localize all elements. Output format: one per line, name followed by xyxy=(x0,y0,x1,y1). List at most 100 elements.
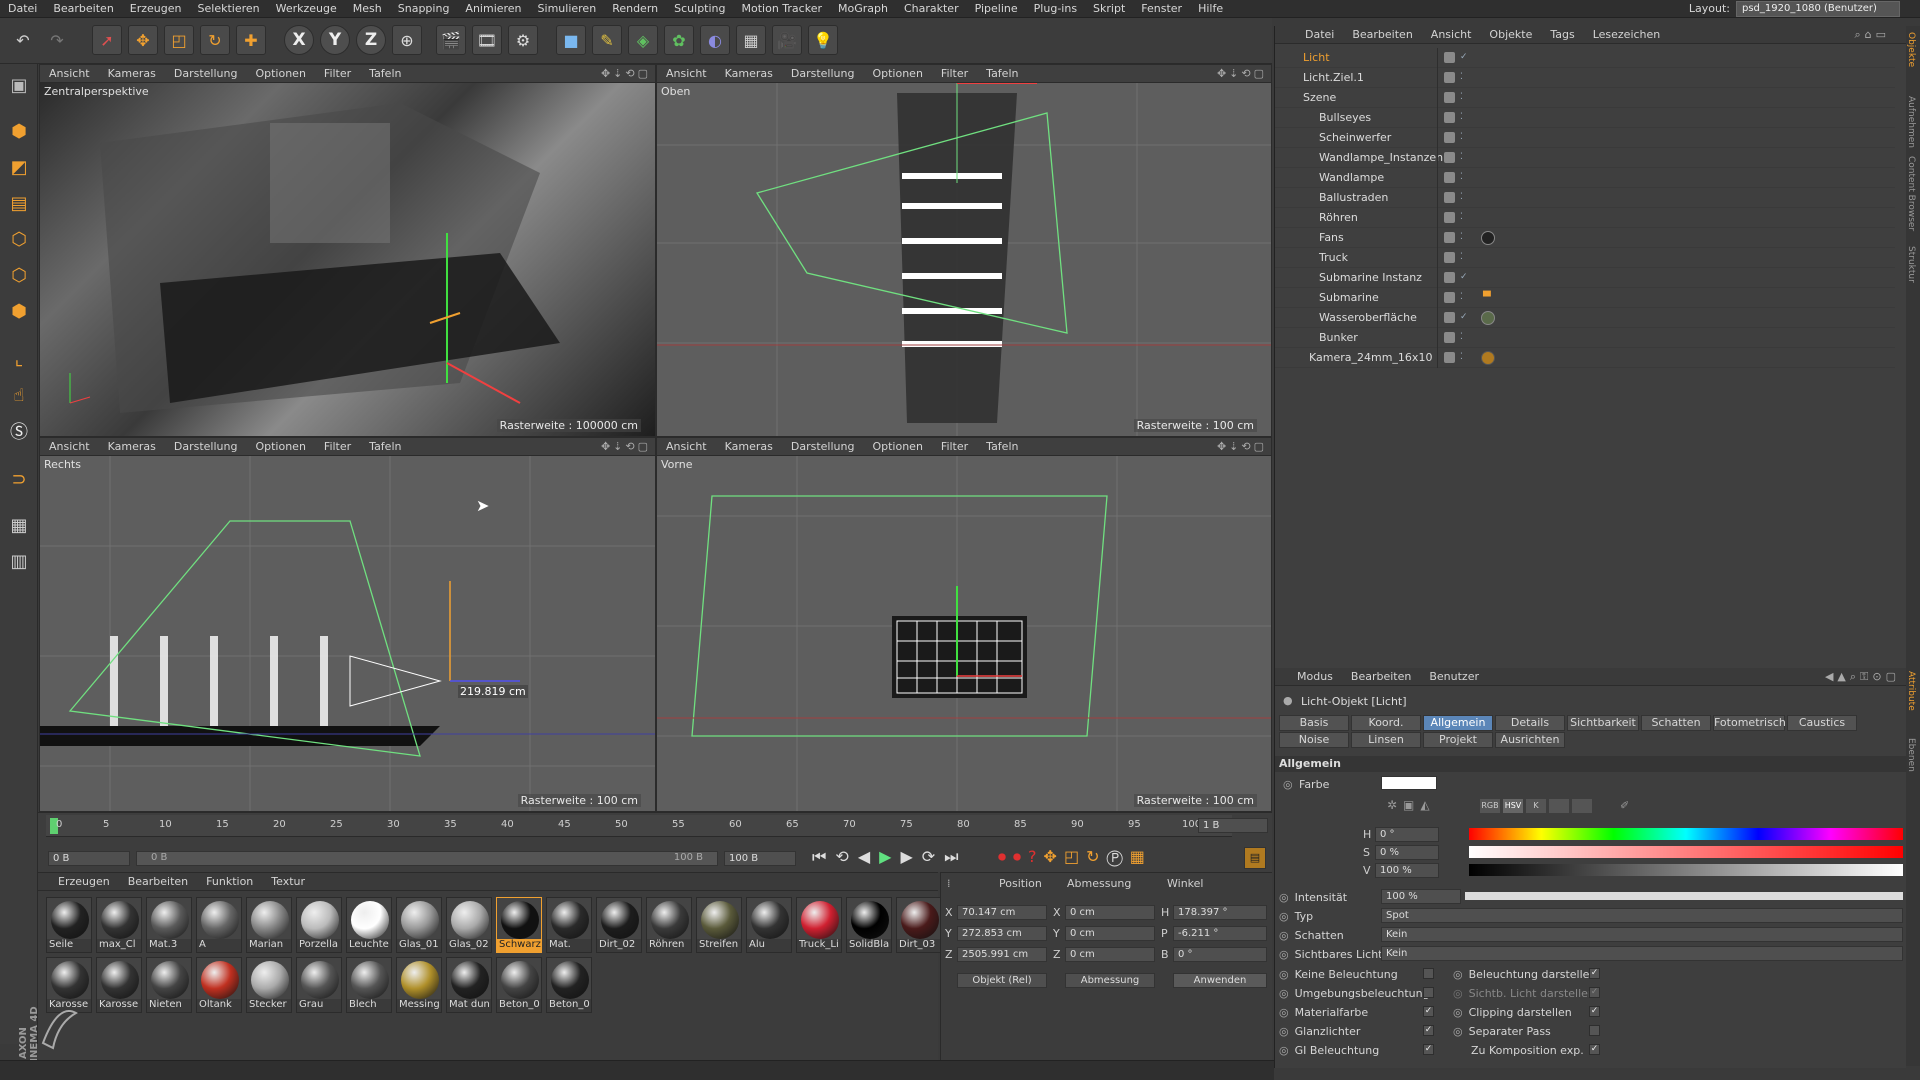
viewport-nav-icons[interactable]: ✥⇣⟲▢ xyxy=(601,440,651,453)
size-y-field[interactable]: 0 cm xyxy=(1065,926,1155,941)
layer-tag-icon[interactable] xyxy=(1444,72,1455,83)
layer-tag-icon[interactable] xyxy=(1444,352,1455,363)
mat-menu-funktion[interactable]: Funktion xyxy=(197,875,262,888)
viewport-menu-filter[interactable]: Filter xyxy=(932,67,977,80)
material-swatch[interactable]: Truck_Li xyxy=(796,897,842,953)
axis-mode-icon[interactable]: ⌞ xyxy=(4,344,34,374)
next-frame-icon[interactable]: ▶ xyxy=(900,847,921,866)
intensity-slider[interactable] xyxy=(1465,892,1903,900)
attr-nav-icons[interactable]: ◀▲⌕⚿⊙▢ xyxy=(1825,670,1900,684)
intensity-field[interactable]: 100 % xyxy=(1381,889,1461,904)
anim-dot-icon[interactable]: ◎ xyxy=(1453,1006,1463,1019)
menu-plugins[interactable]: Plug-ins xyxy=(1026,2,1085,15)
eyedropper-icon[interactable]: ✐ xyxy=(1620,799,1629,812)
material-swatch[interactable]: Messing xyxy=(396,957,442,1013)
material-swatch[interactable]: SolidBla xyxy=(846,897,892,953)
snap-icon[interactable]: Ⓢ xyxy=(4,416,34,446)
visibility-dots-icon[interactable]: ⁚ xyxy=(1460,352,1463,362)
anim-dot-icon[interactable]: ◎ xyxy=(1279,1006,1289,1019)
undo-icon[interactable]: ↶ xyxy=(8,25,38,55)
object-row-wandlampe-instanzen[interactable]: Wandlampe_Instanzen ⁚ xyxy=(1275,147,1895,168)
visibility-dots-icon[interactable]: ✓ xyxy=(1460,312,1468,322)
size-z-field[interactable]: 0 cm xyxy=(1065,947,1155,962)
angle-p-field[interactable]: -6.211 ° xyxy=(1173,926,1267,941)
angle-h-field[interactable]: 178.397 ° xyxy=(1173,905,1267,920)
material-swatch[interactable]: Karosse xyxy=(96,957,142,1013)
umgebungsbeleuchtung-checkbox[interactable] xyxy=(1423,987,1434,998)
redo-icon[interactable]: ↷ xyxy=(42,25,72,55)
viewport-menu-filter[interactable]: Filter xyxy=(315,67,360,80)
viewport-nav-icons[interactable]: ✥⇣⟲▢ xyxy=(1217,440,1267,453)
timeline-layout-icon[interactable]: ▤ xyxy=(1244,847,1266,869)
layer-tag-icon[interactable] xyxy=(1444,192,1455,203)
mat-menu-textur[interactable]: Textur xyxy=(262,875,314,888)
record-scale-icon[interactable]: ◰ xyxy=(1064,847,1086,866)
object-row-truck[interactable]: Truck ⁚ xyxy=(1275,247,1895,268)
magnet-icon[interactable]: ⊃ xyxy=(4,464,34,494)
visibility-dots-icon[interactable]: ⁚ xyxy=(1460,152,1463,162)
tab-sichtbarkeit[interactable]: Sichtbarkeit xyxy=(1567,715,1639,731)
material-swatch[interactable]: Öltank xyxy=(196,957,242,1013)
visibility-dots-icon[interactable]: ⁚ xyxy=(1460,332,1463,342)
object-row-licht-ziel[interactable]: Licht.Ziel.1 ⁚ xyxy=(1275,67,1895,88)
timeline-ruler[interactable]: 0 5 10 15 20 25 30 35 40 45 50 55 60 65 … xyxy=(46,815,1232,837)
size-x-field[interactable]: 0 cm xyxy=(1065,905,1155,920)
angle-b-field[interactable]: 0 ° xyxy=(1173,947,1267,962)
viewport-menu-tafeln[interactable]: Tafeln xyxy=(977,440,1027,453)
color-mode-rgb[interactable]: RGB xyxy=(1480,799,1500,813)
viewport-menu-darstellung[interactable]: Darstellung xyxy=(782,67,864,80)
anim-dot-icon[interactable]: ◎ xyxy=(1283,778,1293,791)
tag-icon[interactable]: ▀ xyxy=(1483,292,1491,303)
record-pla-icon[interactable]: ▦ xyxy=(1130,847,1152,866)
material-swatch[interactable]: Mat. xyxy=(546,897,592,953)
render-settings-icon[interactable]: ⚙ xyxy=(508,25,538,55)
viewport-menu-ansicht[interactable]: Ansicht xyxy=(40,440,99,453)
tab-basis[interactable]: Basis xyxy=(1279,715,1349,731)
menu-sculpting[interactable]: Sculpting xyxy=(666,2,733,15)
viewport-menu-optionen[interactable]: Optionen xyxy=(863,440,931,453)
visibility-dots-icon[interactable]: ⁚ xyxy=(1460,172,1463,182)
menu-erzeugen[interactable]: Erzeugen xyxy=(122,2,190,15)
record-rotation-icon[interactable]: ↻ xyxy=(1086,847,1106,866)
viewport-menu-kameras[interactable]: Kameras xyxy=(99,67,165,80)
viewport-menu-optionen[interactable]: Optionen xyxy=(863,67,931,80)
anim-dot-icon[interactable]: ◎ xyxy=(1279,891,1289,904)
mograph-icon[interactable]: ✿ xyxy=(664,25,694,55)
viewport-menu-ansicht[interactable]: Ansicht xyxy=(657,440,716,453)
tweak-mode-icon[interactable]: ☝ xyxy=(4,380,34,410)
next-key-icon[interactable]: ⟳ xyxy=(922,847,944,866)
go-to-start-icon[interactable]: ⏮ xyxy=(812,847,835,866)
viewport-menu-filter[interactable]: Filter xyxy=(315,440,360,453)
menu-snapping[interactable]: Snapping xyxy=(390,2,458,15)
visibility-dots-icon[interactable]: ⁚ xyxy=(1460,132,1463,142)
tab-noise[interactable]: Noise xyxy=(1279,732,1349,748)
model-mode-icon[interactable]: ⬢ xyxy=(4,116,34,146)
end-frame-field[interactable]: 100 B xyxy=(724,851,796,866)
visibility-dots-icon[interactable]: ✓ xyxy=(1460,272,1468,282)
anim-dot-icon[interactable]: ◎ xyxy=(1279,1044,1289,1057)
tab-caustics[interactable]: Caustics xyxy=(1787,715,1857,731)
object-row-fans[interactable]: Fans ⁚ xyxy=(1275,227,1895,248)
axis-y-icon[interactable]: Y xyxy=(320,25,350,55)
anim-dot-icon[interactable]: ◎ xyxy=(1279,910,1289,923)
hue-field[interactable]: 0 ° xyxy=(1375,827,1439,842)
material-swatch[interactable]: Alu xyxy=(746,897,792,953)
material-tag-icon[interactable] xyxy=(1481,311,1495,325)
tab-allgemein[interactable]: Allgemein xyxy=(1423,715,1493,731)
viewport-menu-darstellung[interactable]: Darstellung xyxy=(165,440,247,453)
type-select[interactable]: Spot xyxy=(1381,908,1903,923)
preview-range-slider[interactable]: 0 B 100 B xyxy=(136,851,718,866)
material-swatch[interactable]: A xyxy=(196,897,242,953)
viewport-menu-kameras[interactable]: Kameras xyxy=(99,440,165,453)
position-z-field[interactable]: 2505.991 cm xyxy=(957,947,1047,962)
material-swatch[interactable]: max_Cl xyxy=(96,897,142,953)
menu-motion-tracker[interactable]: Motion Tracker xyxy=(734,2,830,15)
viewport-menu-ansicht[interactable]: Ansicht xyxy=(40,67,99,80)
anim-dot-icon[interactable]: ◎ xyxy=(1453,987,1463,1000)
color-mode-mixer-icon[interactable] xyxy=(1549,799,1569,813)
menu-pipeline[interactable]: Pipeline xyxy=(967,2,1026,15)
anim-dot-icon[interactable]: ◎ xyxy=(1453,968,1463,981)
anim-dot-icon[interactable]: ◎ xyxy=(1279,987,1289,1000)
texture-mode-icon[interactable]: ◩ xyxy=(4,152,34,182)
mat-menu-bearbeiten[interactable]: Bearbeiten xyxy=(119,875,197,888)
